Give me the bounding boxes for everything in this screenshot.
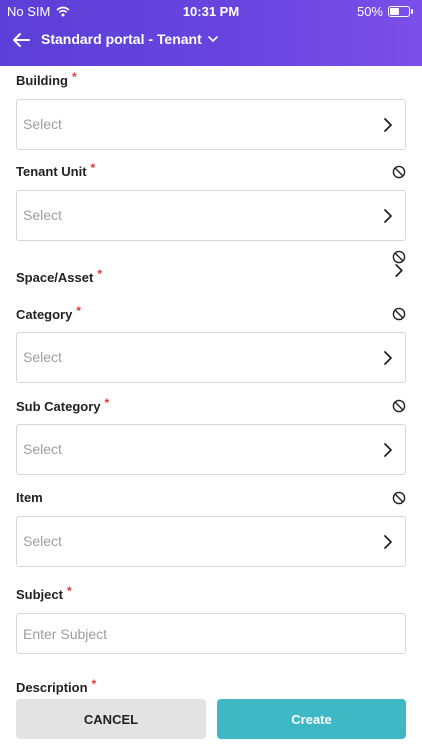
required-marker: *: [66, 584, 72, 598]
clear-icon[interactable]: [392, 491, 406, 505]
battery-percent: 50%: [356, 4, 383, 19]
sub-category-placeholder: Select: [23, 441, 62, 457]
request-form: Building * Select Tenant Unit * Select Spa…: [0, 66, 422, 698]
clear-icon[interactable]: [392, 399, 406, 413]
page-title: Standard portal - Tenant: [41, 31, 202, 47]
building-placeholder: Select: [23, 116, 62, 132]
building-label: Building: [16, 73, 68, 88]
building-label-row: Building *: [16, 70, 406, 91]
chevron-right-icon: [384, 535, 392, 549]
battery-icon: [388, 6, 413, 17]
subject-label-row: Subject *: [16, 584, 406, 605]
space-asset-label: Space/Asset: [16, 270, 94, 285]
sub-category-label: Sub Category: [16, 399, 101, 414]
chevron-right-icon: [384, 443, 392, 457]
required-marker: *: [97, 267, 102, 281]
nav-row: Standard portal - Tenant: [0, 26, 422, 54]
sub-category-select[interactable]: Select: [16, 424, 406, 475]
chevron-down-icon: [207, 35, 218, 42]
item-label-row: Item: [16, 490, 406, 508]
create-button[interactable]: Create: [217, 699, 406, 739]
subject-placeholder: Enter Subject: [23, 626, 108, 642]
required-marker: *: [72, 70, 77, 84]
required-marker: *: [91, 677, 97, 691]
category-select[interactable]: Select: [16, 332, 406, 383]
chevron-right-icon: [384, 209, 392, 223]
cancel-button[interactable]: CANCEL: [16, 699, 206, 739]
subject-label: Subject: [16, 587, 63, 602]
sub-category-label-row: Sub Category *: [16, 396, 406, 417]
item-placeholder: Select: [23, 533, 62, 549]
building-select[interactable]: Select: [16, 99, 406, 150]
space-asset-label-row: Space/Asset *: [16, 267, 406, 288]
status-bar: No SIM 10:31 PM 50%: [0, 0, 422, 22]
battery-level: [390, 8, 399, 15]
item-label: Item: [16, 490, 43, 505]
clear-icon[interactable]: [392, 250, 406, 264]
status-right: 50%: [356, 4, 413, 19]
required-marker: *: [104, 396, 110, 410]
chevron-right-icon: [384, 351, 392, 365]
item-select[interactable]: Select: [16, 516, 406, 567]
required-marker: *: [90, 161, 96, 175]
tenant-unit-label-row: Tenant Unit *: [16, 161, 406, 182]
app-header: No SIM 10:31 PM 50% Standard portal - Te…: [0, 0, 422, 66]
tenant-unit-label: Tenant Unit: [16, 164, 87, 179]
chevron-right-icon: [384, 118, 392, 132]
tenant-unit-select[interactable]: Select: [16, 190, 406, 241]
category-placeholder: Select: [23, 349, 62, 365]
description-label: Description: [16, 680, 88, 695]
portal-selector[interactable]: Standard portal - Tenant: [41, 31, 218, 47]
back-arrow-icon[interactable]: [10, 29, 32, 51]
form-footer: CANCEL Create: [0, 698, 422, 750]
clear-icon[interactable]: [392, 165, 406, 179]
required-marker: *: [76, 304, 82, 318]
subject-input[interactable]: Enter Subject: [16, 613, 406, 654]
tenant-unit-placeholder: Select: [23, 207, 62, 223]
category-label-row: Category *: [16, 304, 406, 325]
description-label-row: Description *: [16, 677, 406, 698]
clear-icon[interactable]: [392, 307, 406, 321]
category-label: Category: [16, 307, 73, 322]
